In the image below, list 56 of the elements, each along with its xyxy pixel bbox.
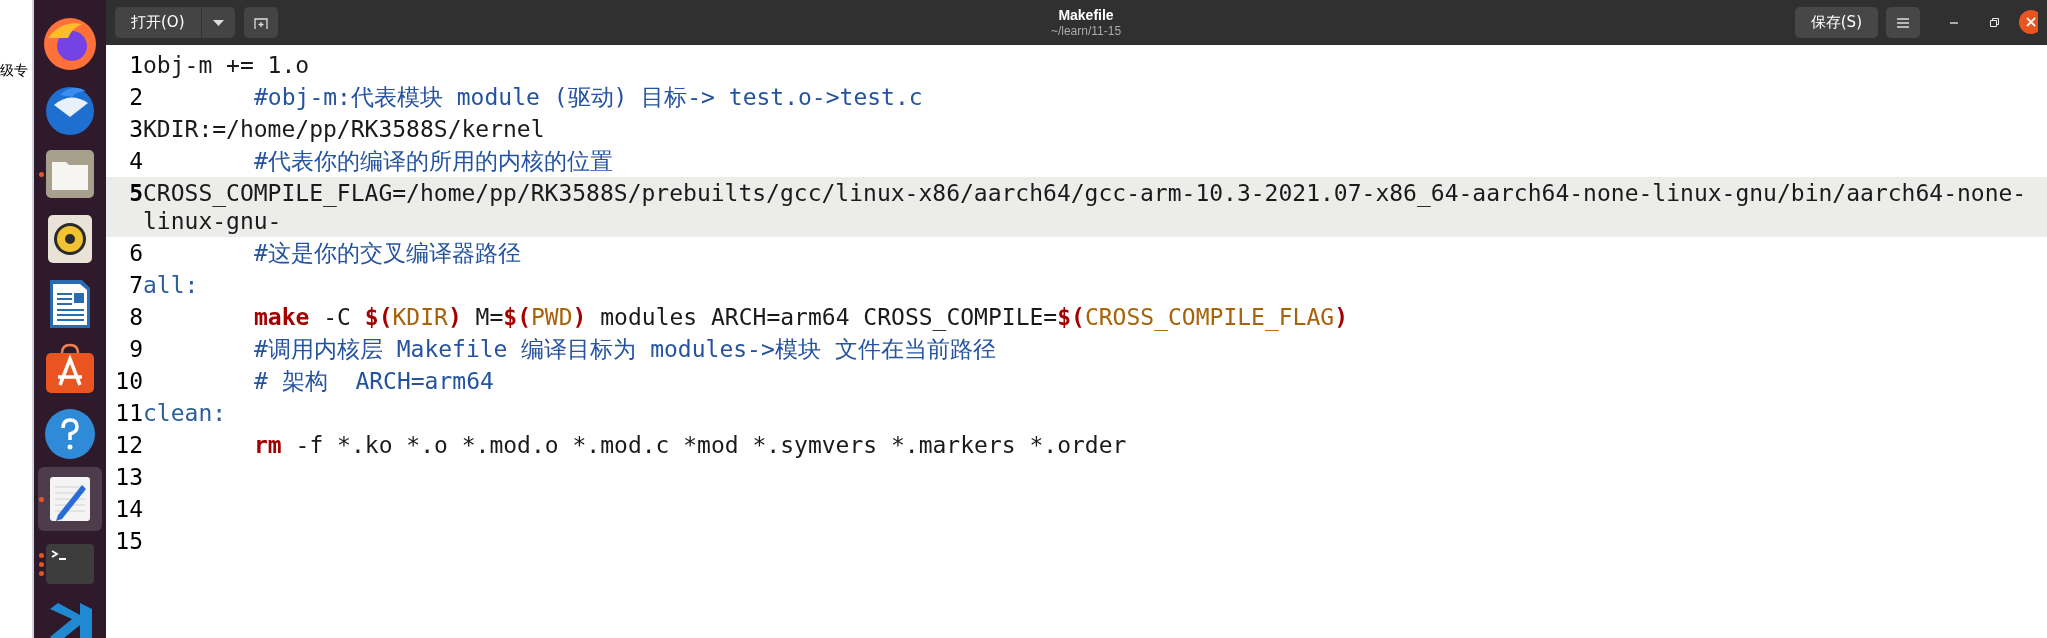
minimize-icon <box>1950 21 1958 24</box>
restore-icon <box>1989 18 1999 27</box>
code-text: M= <box>474 304 504 330</box>
code-comment: # 架构 ARCH=arm64 <box>254 368 494 394</box>
line-number: 6 <box>128 239 143 267</box>
code-text: modules ARCH=arm64 CROSS_COMPILE= <box>599 304 1058 330</box>
code-text: ) <box>447 304 462 330</box>
line-number: 12 <box>114 431 143 459</box>
line-number: 2 <box>128 83 143 111</box>
line-number: 14 <box>114 495 143 523</box>
code-text: rm <box>254 432 282 458</box>
line-number: 13 <box>114 463 143 491</box>
code-text: all: <box>143 272 199 298</box>
dropdown-button[interactable] <box>200 7 235 38</box>
code-text: $( <box>1057 304 1085 330</box>
code-text: CROSS_COMPILE_FLAG <box>1084 304 1335 330</box>
code-text: KDIR <box>392 304 448 330</box>
code-text: clean: <box>143 400 227 426</box>
line-number: 1 <box>128 51 143 79</box>
code-text: obj-m += 1.o <box>143 52 310 78</box>
code-text: PWD <box>531 304 573 330</box>
code-text: make <box>254 304 310 330</box>
code-text: $( <box>364 304 393 330</box>
line-number: 3 <box>128 115 143 143</box>
line-number: 4 <box>128 147 143 175</box>
code-text: ) <box>572 304 587 330</box>
code-text: CROSS_COMPILE_FLAG=/home/pp/RK3588S/prebuilts/gcc/linux-x86/aarch64/gcc-arm-10.3-2021.07-x86_64-aarch64-none-linux-gnu/bin/aarch64-none-linux-gnu- <box>143 180 2027 234</box>
code-comment: #调用内核层 Makefile 编译目标为 modules->模块 文件在当前路径 <box>254 336 996 362</box>
caret-icon <box>212 19 224 26</box>
window-subtitle: ~/learn/11-15 <box>1050 24 1122 38</box>
code-text: -C <box>322 304 352 330</box>
window-title: Makefile <box>1058 7 1114 24</box>
open-button[interactable]: 打开(O) <box>115 7 201 38</box>
code-comment: #obj-m:代表模块 module (驱动) 目标-> test.o->test.c <box>254 84 923 110</box>
line-number: 15 <box>114 527 143 555</box>
window-text: 级专 <box>0 62 28 78</box>
line-number: 11 <box>114 399 143 427</box>
code-comment: #这是你的交叉编译器路径 <box>254 240 521 266</box>
menu-button[interactable] <box>1886 7 1920 38</box>
code-text: KDIR:=/home/pp/RK3588S/kernel <box>143 116 545 142</box>
line-number: 10 <box>114 367 143 395</box>
line-number: 7 <box>128 271 143 299</box>
menu-icon <box>1897 17 1909 28</box>
line-number: 9 <box>128 335 143 363</box>
code-comment: #代表你的编译的所用的内核的位置 <box>254 148 613 174</box>
close-icon[interactable] <box>2018 8 2038 35</box>
save-button[interactable]: 保存(S) <box>1794 7 1878 38</box>
line-number: 8 <box>128 303 143 331</box>
new-tab-icon <box>253 15 268 30</box>
dock-item[interactable] <box>38 467 102 531</box>
code-text: ) <box>1334 304 1348 330</box>
help-icon <box>42 406 98 462</box>
code-text: $( <box>503 304 531 330</box>
line-number: 5 <box>128 179 143 208</box>
new-tab-button[interactable] <box>243 7 278 38</box>
code-text: -f *.ko *.o *.mod.o *.mod.c *mod *.symvers *.markers *.order <box>294 432 1127 458</box>
